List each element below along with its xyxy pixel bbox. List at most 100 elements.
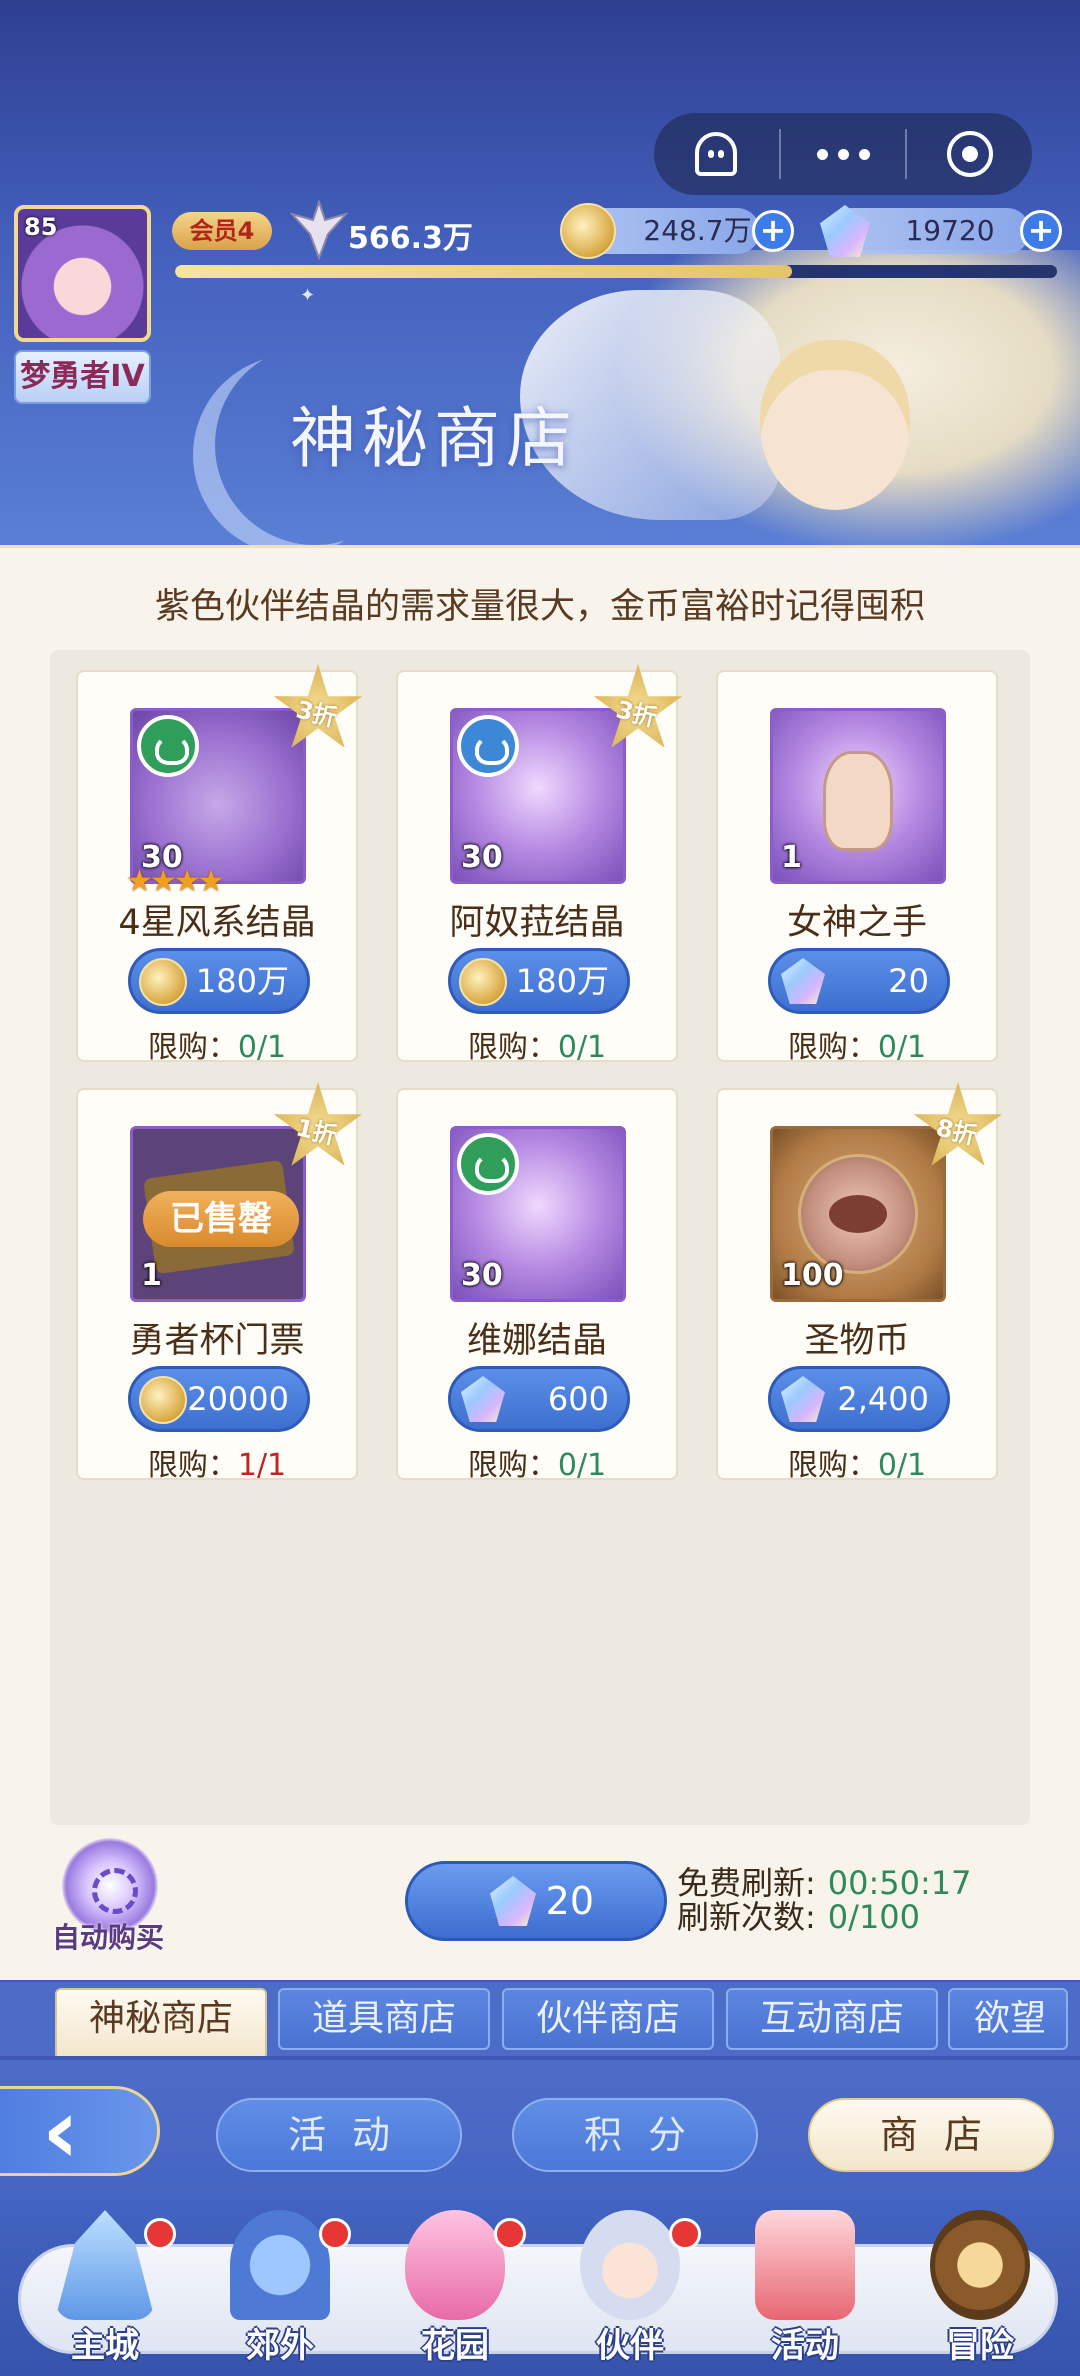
item-image: 已售罄 1 xyxy=(130,1126,306,1302)
sword-icon xyxy=(290,200,348,260)
refresh-info: 免费刷新: 00:50:17 刷新次数: 0/100 xyxy=(677,1866,972,1934)
gold-coin-icon xyxy=(139,1376,187,1424)
close-button[interactable] xyxy=(907,113,1032,195)
tab-activity[interactable]: 活动 xyxy=(216,2098,462,2172)
shop-item-card[interactable]: 30 3折 阿奴菈结晶 180万 限购：0/1 xyxy=(396,664,683,1065)
shop-item-card[interactable]: 100 8折 圣物币 2,400 限购：0/1 xyxy=(716,1082,1003,1483)
more-dots-icon xyxy=(816,148,870,160)
buy-button[interactable]: 600 xyxy=(448,1366,630,1432)
item-name: 4星风系结晶 xyxy=(118,903,316,943)
castle-icon xyxy=(55,2210,155,2320)
item-name: 阿奴菈结晶 xyxy=(449,903,625,943)
gem-icon xyxy=(461,1376,505,1422)
hand-icon xyxy=(823,751,893,851)
shop-item-card[interactable]: 已售罄 1 1折 勇者杯门票 20000 限购：1/1 xyxy=(76,1082,363,1483)
purchase-limit: 限购：0/1 xyxy=(787,1448,927,1483)
buy-button[interactable]: 20 xyxy=(768,948,950,1014)
shop-panel: 紫色伙伴结晶的需求量很大，金币富裕时记得囤积 30 ★★★★ 3折 4星风系结晶… xyxy=(0,545,1080,1980)
free-refresh-label: 免费刷新: xyxy=(677,1864,816,1902)
tab-shop[interactable]: 商店 xyxy=(808,2098,1054,2172)
angel-face-artwork xyxy=(760,340,910,510)
item-price: 2,400 xyxy=(837,1380,929,1418)
item-image: 30 xyxy=(450,708,626,884)
nav-partner[interactable]: 伙伴 xyxy=(545,2210,715,2370)
item-quantity: 1 xyxy=(781,840,802,875)
item-name: 维娜结晶 xyxy=(466,1321,607,1361)
main-nav: 主城 郊外 花园 伙伴 活动 冒险 xyxy=(0,2200,1080,2376)
item-image: 1 xyxy=(770,708,946,884)
relic-coin-icon xyxy=(798,1154,918,1274)
refresh-count-label: 刷新次数: xyxy=(677,1898,816,1936)
portal-icon xyxy=(230,2210,330,2320)
back-button[interactable] xyxy=(0,2079,160,2184)
buy-button[interactable]: 180万 xyxy=(448,948,630,1014)
tab-desire-shop[interactable]: 欲望 xyxy=(948,1988,1068,2050)
more-button[interactable] xyxy=(781,113,906,195)
notification-dot xyxy=(319,2218,351,2250)
combat-power: 566.3万 xyxy=(348,221,473,256)
add-gem-button[interactable]: + xyxy=(1020,210,1062,252)
notification-dot xyxy=(494,2218,526,2250)
buy-button[interactable]: 180万 xyxy=(128,948,310,1014)
gold-coin-icon xyxy=(139,958,187,1006)
refresh-count: 0/100 xyxy=(827,1898,921,1936)
item-price: 20000 xyxy=(187,1380,289,1418)
player-name: 梦勇者IV xyxy=(14,350,151,404)
item-name: 女神之手 xyxy=(786,903,927,943)
tab-points[interactable]: 积分 xyxy=(512,2098,758,2172)
nav-garden[interactable]: 花园 xyxy=(370,2210,540,2370)
gift-icon xyxy=(755,2210,855,2320)
tab-mystery-shop[interactable]: 神秘商店 xyxy=(55,1988,267,2056)
notification-dot xyxy=(144,2218,176,2250)
vip-badge[interactable]: 会员4 xyxy=(172,212,272,250)
avatar[interactable]: 85 xyxy=(14,205,151,342)
refresh-button[interactable]: 20 xyxy=(405,1861,667,1941)
tab-interact-shop[interactable]: 互动商店 xyxy=(726,1988,938,2050)
exp-bar xyxy=(175,265,1057,278)
item-price: 180万 xyxy=(515,962,609,1000)
shop-item-card[interactable]: 30 ★★★★ 3折 4星风系结晶 180万 限购：0/1 xyxy=(76,664,363,1065)
item-price: 180万 xyxy=(195,962,289,1000)
player-level: 85 xyxy=(24,213,58,241)
item-image: 30 xyxy=(450,1126,626,1302)
purchase-limit: 限购：0/1 xyxy=(467,1030,607,1065)
water-element-icon xyxy=(457,715,519,777)
partner-icon xyxy=(580,2210,680,2320)
gem-icon xyxy=(781,958,825,1004)
item-quantity: 30 xyxy=(461,840,503,875)
heart-icon xyxy=(405,2210,505,2320)
ghost-icon xyxy=(695,132,738,176)
nav-outskirts[interactable]: 郊外 xyxy=(195,2210,365,2370)
item-quantity: 1 xyxy=(141,1258,162,1293)
page-title: 神秘商店 xyxy=(290,400,578,477)
purchase-limit: 限购：0/1 xyxy=(467,1448,607,1483)
buy-button[interactable]: 2,400 xyxy=(768,1366,950,1432)
item-name: 勇者杯门票 xyxy=(129,1321,305,1361)
shop-item-card[interactable]: 30 维娜结晶 600 限购：0/1 xyxy=(396,1088,678,1483)
item-image: 30 xyxy=(130,708,306,884)
nav-main-city[interactable]: 主城 xyxy=(20,2210,190,2370)
auto-buy-label: 自动购买 xyxy=(52,1921,165,1954)
item-quantity: 100 xyxy=(781,1258,844,1293)
compass-icon xyxy=(930,2210,1030,2320)
gem-icon xyxy=(490,1876,536,1926)
add-gold-button[interactable]: + xyxy=(752,210,794,252)
item-name: 圣物币 xyxy=(804,1321,910,1361)
purchase-limit: 限购：0/1 xyxy=(147,1030,287,1065)
header-banner: ✦ ✦ ✦ 85 梦勇者IV 会员4 566.3万 248.7万 + 19720… xyxy=(0,0,1080,545)
item-quantity: 30 xyxy=(461,1258,503,1293)
shop-notice: 紫色伙伴结晶的需求量很大，金币富裕时记得囤积 xyxy=(154,587,925,627)
gold-coin-icon xyxy=(459,958,507,1006)
buy-button[interactable]: 20000 xyxy=(128,1366,310,1432)
nav-activity[interactable]: 活动 xyxy=(720,2210,890,2370)
gold-coin-icon xyxy=(560,203,616,259)
item-image: 100 xyxy=(770,1126,946,1302)
tab-partner-shop[interactable]: 伙伴商店 xyxy=(502,1988,714,2050)
refresh-cost: 20 xyxy=(545,1879,594,1923)
tab-item-shop[interactable]: 道具商店 xyxy=(278,1988,490,2050)
sparkle-icon: ✦ xyxy=(300,285,316,306)
shop-item-card[interactable]: 1 女神之手 20 限购：0/1 xyxy=(716,670,998,1065)
gem-icon xyxy=(781,1376,825,1422)
ghost-button[interactable] xyxy=(654,113,779,195)
nav-adventure[interactable]: 冒险 xyxy=(895,2210,1065,2370)
